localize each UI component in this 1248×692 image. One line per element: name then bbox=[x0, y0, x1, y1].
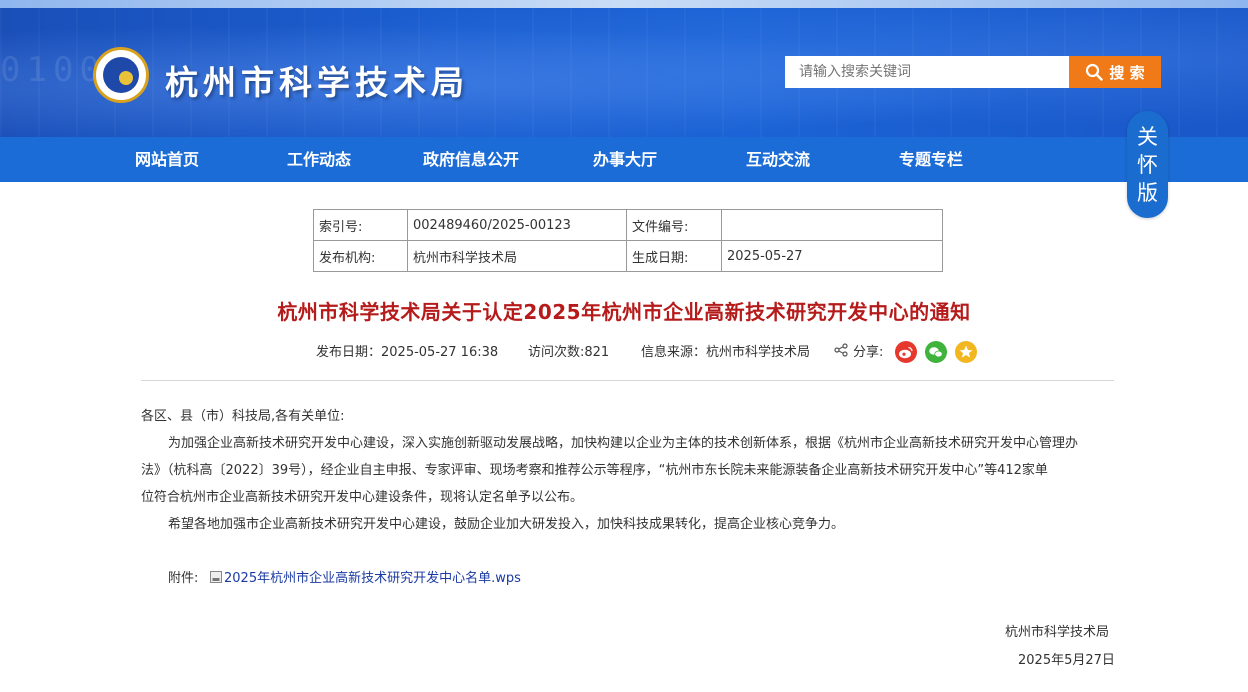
care-mode-button[interactable]: 关怀版 bbox=[1127, 111, 1168, 218]
signature-org: 杭州市科学技术局 bbox=[1005, 625, 1110, 640]
paragraph-2: 希望各地加强市企业高新技术研究开发中心建设，鼓励企业加大研发投入，加快科技成果转… bbox=[168, 517, 845, 532]
nav-item-interaction[interactable]: 互动交流 bbox=[746, 137, 810, 182]
publish-date: 发布日期：2025-05-27 16:38 bbox=[316, 345, 499, 360]
file-icon bbox=[210, 571, 222, 583]
signature-date: 2025年5月27日 bbox=[1018, 653, 1115, 668]
search-icon bbox=[1086, 63, 1104, 81]
paragraph-1-line-3: 位符合杭州市企业高新技术研究开发中心建设条件，现将认定名单予以公布。 bbox=[141, 490, 584, 505]
main-nav: 网站首页 工作动态 政府信息公开 办事大厅 互动交流 专题专栏 bbox=[0, 137, 1248, 182]
content-divider bbox=[141, 380, 1114, 381]
attachment-label: 附件: bbox=[168, 571, 199, 586]
nav-item-work-news[interactable]: 工作动态 bbox=[287, 137, 351, 182]
weibo-share-icon[interactable] bbox=[895, 341, 917, 363]
favorite-star-icon[interactable] bbox=[955, 341, 977, 363]
search-input[interactable] bbox=[785, 56, 1069, 88]
generated-date-label: 生成日期: bbox=[626, 240, 722, 272]
publisher-value: 杭州市科学技术局 bbox=[407, 240, 627, 272]
site-header: 01000 杭州市科学技术局 搜 索 bbox=[0, 0, 1248, 137]
attachment-link[interactable]: 2025年杭州市企业高新技术研究开发中心名单.wps bbox=[224, 567, 521, 586]
site-title[interactable]: 杭州市科学技术局 bbox=[165, 56, 469, 104]
nav-item-special-topics[interactable]: 专题专栏 bbox=[899, 137, 963, 182]
share-icon bbox=[834, 343, 848, 357]
header-top-strip bbox=[0, 0, 1248, 8]
meta-row: 索引号: 002489460/2025-00123 文件编号: bbox=[313, 209, 943, 241]
greeting: 各区、县（市）科技局,各有关单位: bbox=[141, 409, 345, 424]
search-button-label: 搜 索 bbox=[1109, 63, 1145, 82]
paragraph-1-line-2: 法》（杭科高〔2022〕39号），经企业自主申报、专家评审、现场考察和推荐公示等… bbox=[141, 463, 1048, 478]
nav-item-gov-info[interactable]: 政府信息公开 bbox=[423, 137, 519, 182]
meta-row: 发布机构: 杭州市科学技术局 生成日期: 2025-05-27 bbox=[313, 240, 943, 272]
doc-number-label: 文件编号: bbox=[626, 209, 722, 241]
site-logo[interactable] bbox=[93, 47, 149, 103]
nav-item-home[interactable]: 网站首页 bbox=[135, 137, 199, 182]
index-value: 002489460/2025-00123 bbox=[407, 209, 627, 241]
search-button[interactable]: 搜 索 bbox=[1069, 56, 1161, 88]
article-title: 杭州市科学技术局关于认定2025年杭州市企业高新技术研究开发中心的通知 bbox=[277, 300, 971, 324]
share-label: 分享: bbox=[853, 345, 884, 360]
doc-number-value bbox=[721, 209, 943, 241]
generated-date-value: 2025-05-27 bbox=[721, 240, 943, 272]
visit-count: 访问次数:821 bbox=[528, 345, 610, 360]
logo-emblem-icon bbox=[103, 57, 139, 93]
document-meta-table: 索引号: 002489460/2025-00123 文件编号: 发布机构: 杭州… bbox=[313, 209, 943, 272]
publisher-label: 发布机构: bbox=[313, 240, 408, 272]
nav-item-service-hall[interactable]: 办事大厅 bbox=[593, 137, 657, 182]
wechat-share-icon[interactable] bbox=[925, 341, 947, 363]
info-source: 信息来源：杭州市科学技术局 bbox=[641, 345, 811, 360]
index-label: 索引号: bbox=[313, 209, 408, 241]
paragraph-1-line-1: 为加强企业高新技术研究开发中心建设，深入实施创新驱动发展战略，加快构建以企业为主… bbox=[168, 436, 1079, 451]
